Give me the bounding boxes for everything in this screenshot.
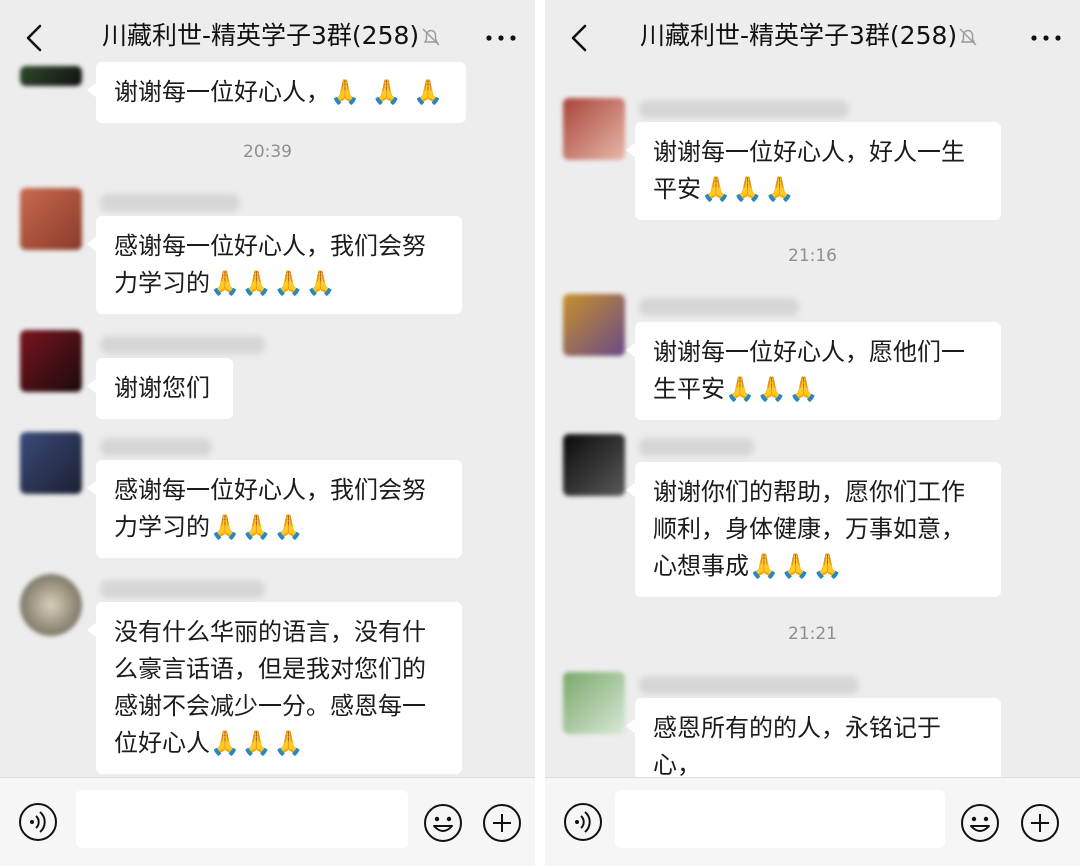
emoji-smile-icon[interactable]	[422, 802, 464, 844]
message-bubble[interactable]: 没有什么华丽的语言，没有什么豪言话语，但是我对您们的感谢不会减少一分。感恩每一位…	[87, 602, 462, 774]
pray-emoji: 🙏🙏🙏	[749, 552, 845, 580]
timestamp: 21:21	[788, 624, 837, 644]
chevron-left-icon[interactable]	[20, 20, 50, 56]
pray-emoji: 🙏 🙏 🙏	[330, 78, 445, 106]
pray-emoji: 🙏🙏🙏	[210, 513, 306, 541]
message-text: 谢谢每一位好心人，	[114, 78, 330, 106]
avatar[interactable]	[20, 66, 82, 86]
avatar[interactable]	[563, 672, 625, 734]
avatar[interactable]	[20, 188, 82, 250]
sender-name	[639, 438, 754, 456]
chat-title: 川藏利世-精英学子3群(258)	[640, 21, 958, 50]
chat-header: 川藏利世-精英学子3群(258)	[545, 0, 1080, 76]
chat-screen-left: 川藏利世-精英学子3群(258) 谢谢每一位好心人，🙏 🙏 🙏 20:39 感谢…	[0, 0, 535, 866]
sender-name	[639, 676, 859, 694]
more-dots-icon[interactable]	[1026, 22, 1066, 54]
message-bubble[interactable]: 谢谢你们的帮助，愿你们工作顺利，身体健康，万事如意，心想事成🙏🙏🙏	[626, 462, 1001, 597]
message-bubble[interactable]: 谢谢每一位好心人，好人一生平安🙏🙏🙏	[626, 122, 1001, 220]
avatar[interactable]	[563, 434, 625, 496]
message-bubble[interactable]: 谢谢您们	[87, 358, 233, 419]
sender-name	[639, 298, 799, 316]
pray-emoji: 🙏🙏🙏	[701, 175, 797, 203]
message-input[interactable]	[615, 790, 945, 848]
avatar[interactable]	[20, 574, 82, 636]
avatar[interactable]	[20, 330, 82, 392]
sender-name	[100, 580, 265, 598]
chat-title: 川藏利世-精英学子3群(258)	[102, 21, 420, 50]
pray-emoji: 🙏🙏🙏🙏	[210, 269, 338, 297]
message-text: 感恩所有的的人，永铭记于心，	[653, 714, 941, 779]
sender-name	[100, 438, 212, 456]
bell-off-icon	[422, 28, 440, 46]
avatar[interactable]	[563, 98, 625, 160]
plus-circle-icon[interactable]	[1019, 802, 1061, 844]
input-bar	[0, 777, 535, 866]
sender-name	[100, 336, 265, 354]
message-bubble[interactable]: 感谢每一位好心人，我们会努力学习的🙏🙏🙏	[87, 460, 462, 558]
timestamp: 21:16	[788, 246, 837, 266]
message-input[interactable]	[76, 790, 408, 848]
message-bubble[interactable]: 感谢每一位好心人，我们会努力学习的🙏🙏🙏🙏	[87, 216, 462, 314]
pray-emoji: 🙏🙏🙏	[725, 375, 821, 403]
plus-circle-icon[interactable]	[481, 802, 523, 844]
message-list[interactable]: 谢谢每一位好心人，好人一生平安🙏🙏🙏 21:16 谢谢每一位好心人，愿他们一生平…	[545, 76, 1080, 796]
sender-name	[100, 194, 240, 212]
input-bar	[545, 777, 1080, 866]
chevron-left-icon[interactable]	[565, 20, 595, 56]
message-text: 谢谢每一位好心人，好人一生平安	[653, 138, 965, 203]
bell-off-icon	[959, 28, 977, 46]
message-list[interactable]: 谢谢每一位好心人，🙏 🙏 🙏 20:39 感谢每一位好心人，我们会努力学习的🙏🙏…	[0, 62, 535, 778]
message-bubble[interactable]: 谢谢每一位好心人，愿他们一生平安🙏🙏🙏	[626, 322, 1001, 420]
timestamp: 20:39	[243, 142, 292, 162]
emoji-smile-icon[interactable]	[959, 802, 1001, 844]
avatar[interactable]	[20, 432, 82, 494]
message-text: 谢谢您们	[114, 374, 210, 402]
chat-screen-right: 川藏利世-精英学子3群(258) 谢谢每一位好心人，好人一生平安🙏🙏🙏 21:1…	[545, 0, 1080, 866]
pray-emoji: 🙏🙏🙏	[210, 729, 306, 757]
voice-icon[interactable]	[563, 802, 603, 842]
avatar[interactable]	[563, 294, 625, 356]
voice-icon[interactable]	[18, 802, 58, 842]
more-dots-icon[interactable]	[481, 22, 521, 54]
message-bubble[interactable]: 谢谢每一位好心人，🙏 🙏 🙏	[87, 62, 466, 123]
sender-name	[639, 100, 849, 118]
